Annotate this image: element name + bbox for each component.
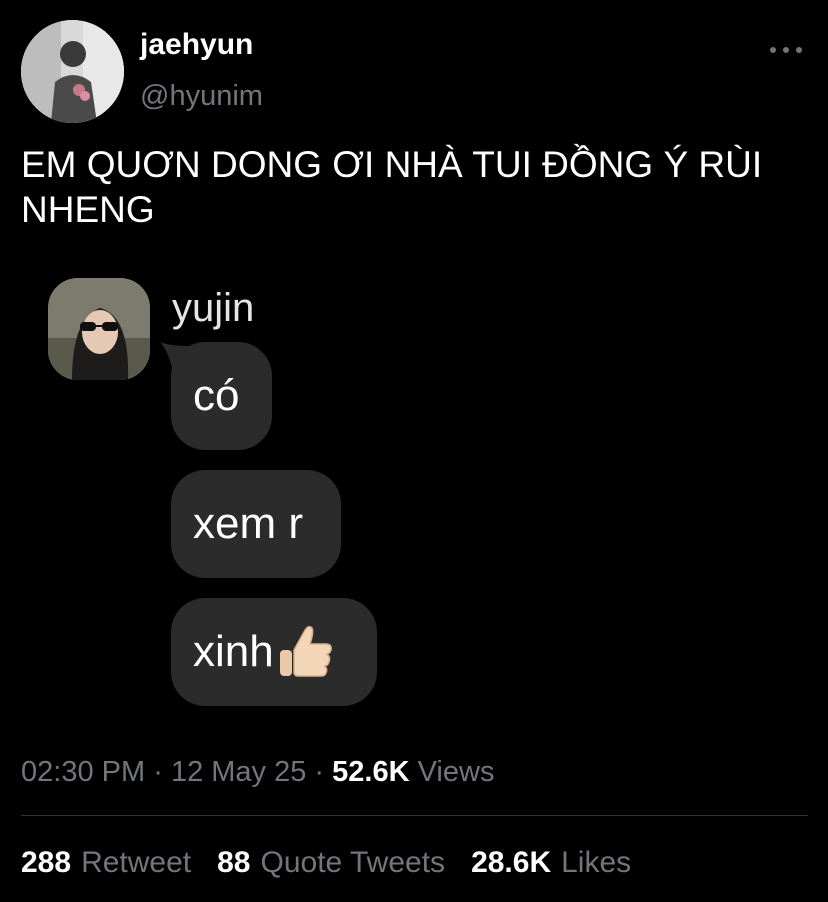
- tweet-date[interactable]: 12 May 25: [171, 756, 306, 788]
- dot: [796, 47, 802, 53]
- likes-label: Likes: [561, 846, 632, 879]
- tweet-time[interactable]: 02:30 PM: [21, 756, 145, 788]
- chat-message-bubble: có: [171, 342, 272, 450]
- author-display-name[interactable]: jaehyun: [140, 28, 253, 62]
- retweets-label: Retweet: [81, 846, 192, 879]
- tweet-meta: 02:30 PM · 12 May 25 · 52.6K Views: [21, 756, 494, 789]
- meta-separator: ·: [153, 756, 163, 788]
- likes-stat[interactable]: 28.6K Likes: [471, 846, 631, 880]
- quote-tweets-stat[interactable]: 88 Quote Tweets: [217, 846, 445, 880]
- chat-contact-name: yujin: [172, 286, 255, 330]
- likes-count: 28.6K: [471, 846, 552, 879]
- views-count[interactable]: 52.6K: [332, 756, 409, 788]
- quote-tweets-count: 88: [217, 846, 251, 879]
- retweets-count: 288: [21, 846, 72, 879]
- profile-photo-icon: [21, 20, 124, 123]
- retweets-stat[interactable]: 288 Retweet: [21, 846, 191, 880]
- tweet-stats: 288 Retweet 88 Quote Tweets 28.6K Likes: [21, 846, 631, 880]
- chat-contact-avatar: [48, 278, 150, 380]
- divider: [21, 815, 808, 816]
- chat-message-bubble: xinh: [171, 598, 377, 706]
- author-handle[interactable]: @hyunim: [140, 80, 263, 113]
- more-horizontal-icon[interactable]: [770, 44, 802, 56]
- quote-tweets-label: Quote Tweets: [260, 846, 446, 879]
- contact-photo-icon: [48, 278, 150, 380]
- meta-separator: ·: [314, 756, 325, 788]
- dot: [783, 47, 789, 53]
- chat-message-text: xem r: [193, 499, 303, 548]
- thumbs-up-icon: [279, 625, 332, 677]
- chat-message-text: xinh: [193, 627, 274, 676]
- author-avatar[interactable]: [21, 20, 124, 123]
- chat-message-bubble: xem r: [171, 470, 341, 578]
- dot: [770, 47, 776, 53]
- views-label[interactable]: Views: [418, 756, 495, 788]
- chat-message-text: có: [193, 371, 240, 420]
- tweet-text: EM QUƠN DONG ƠI NHÀ TUI ĐỒNG Ý RÙI NHENG: [21, 144, 763, 230]
